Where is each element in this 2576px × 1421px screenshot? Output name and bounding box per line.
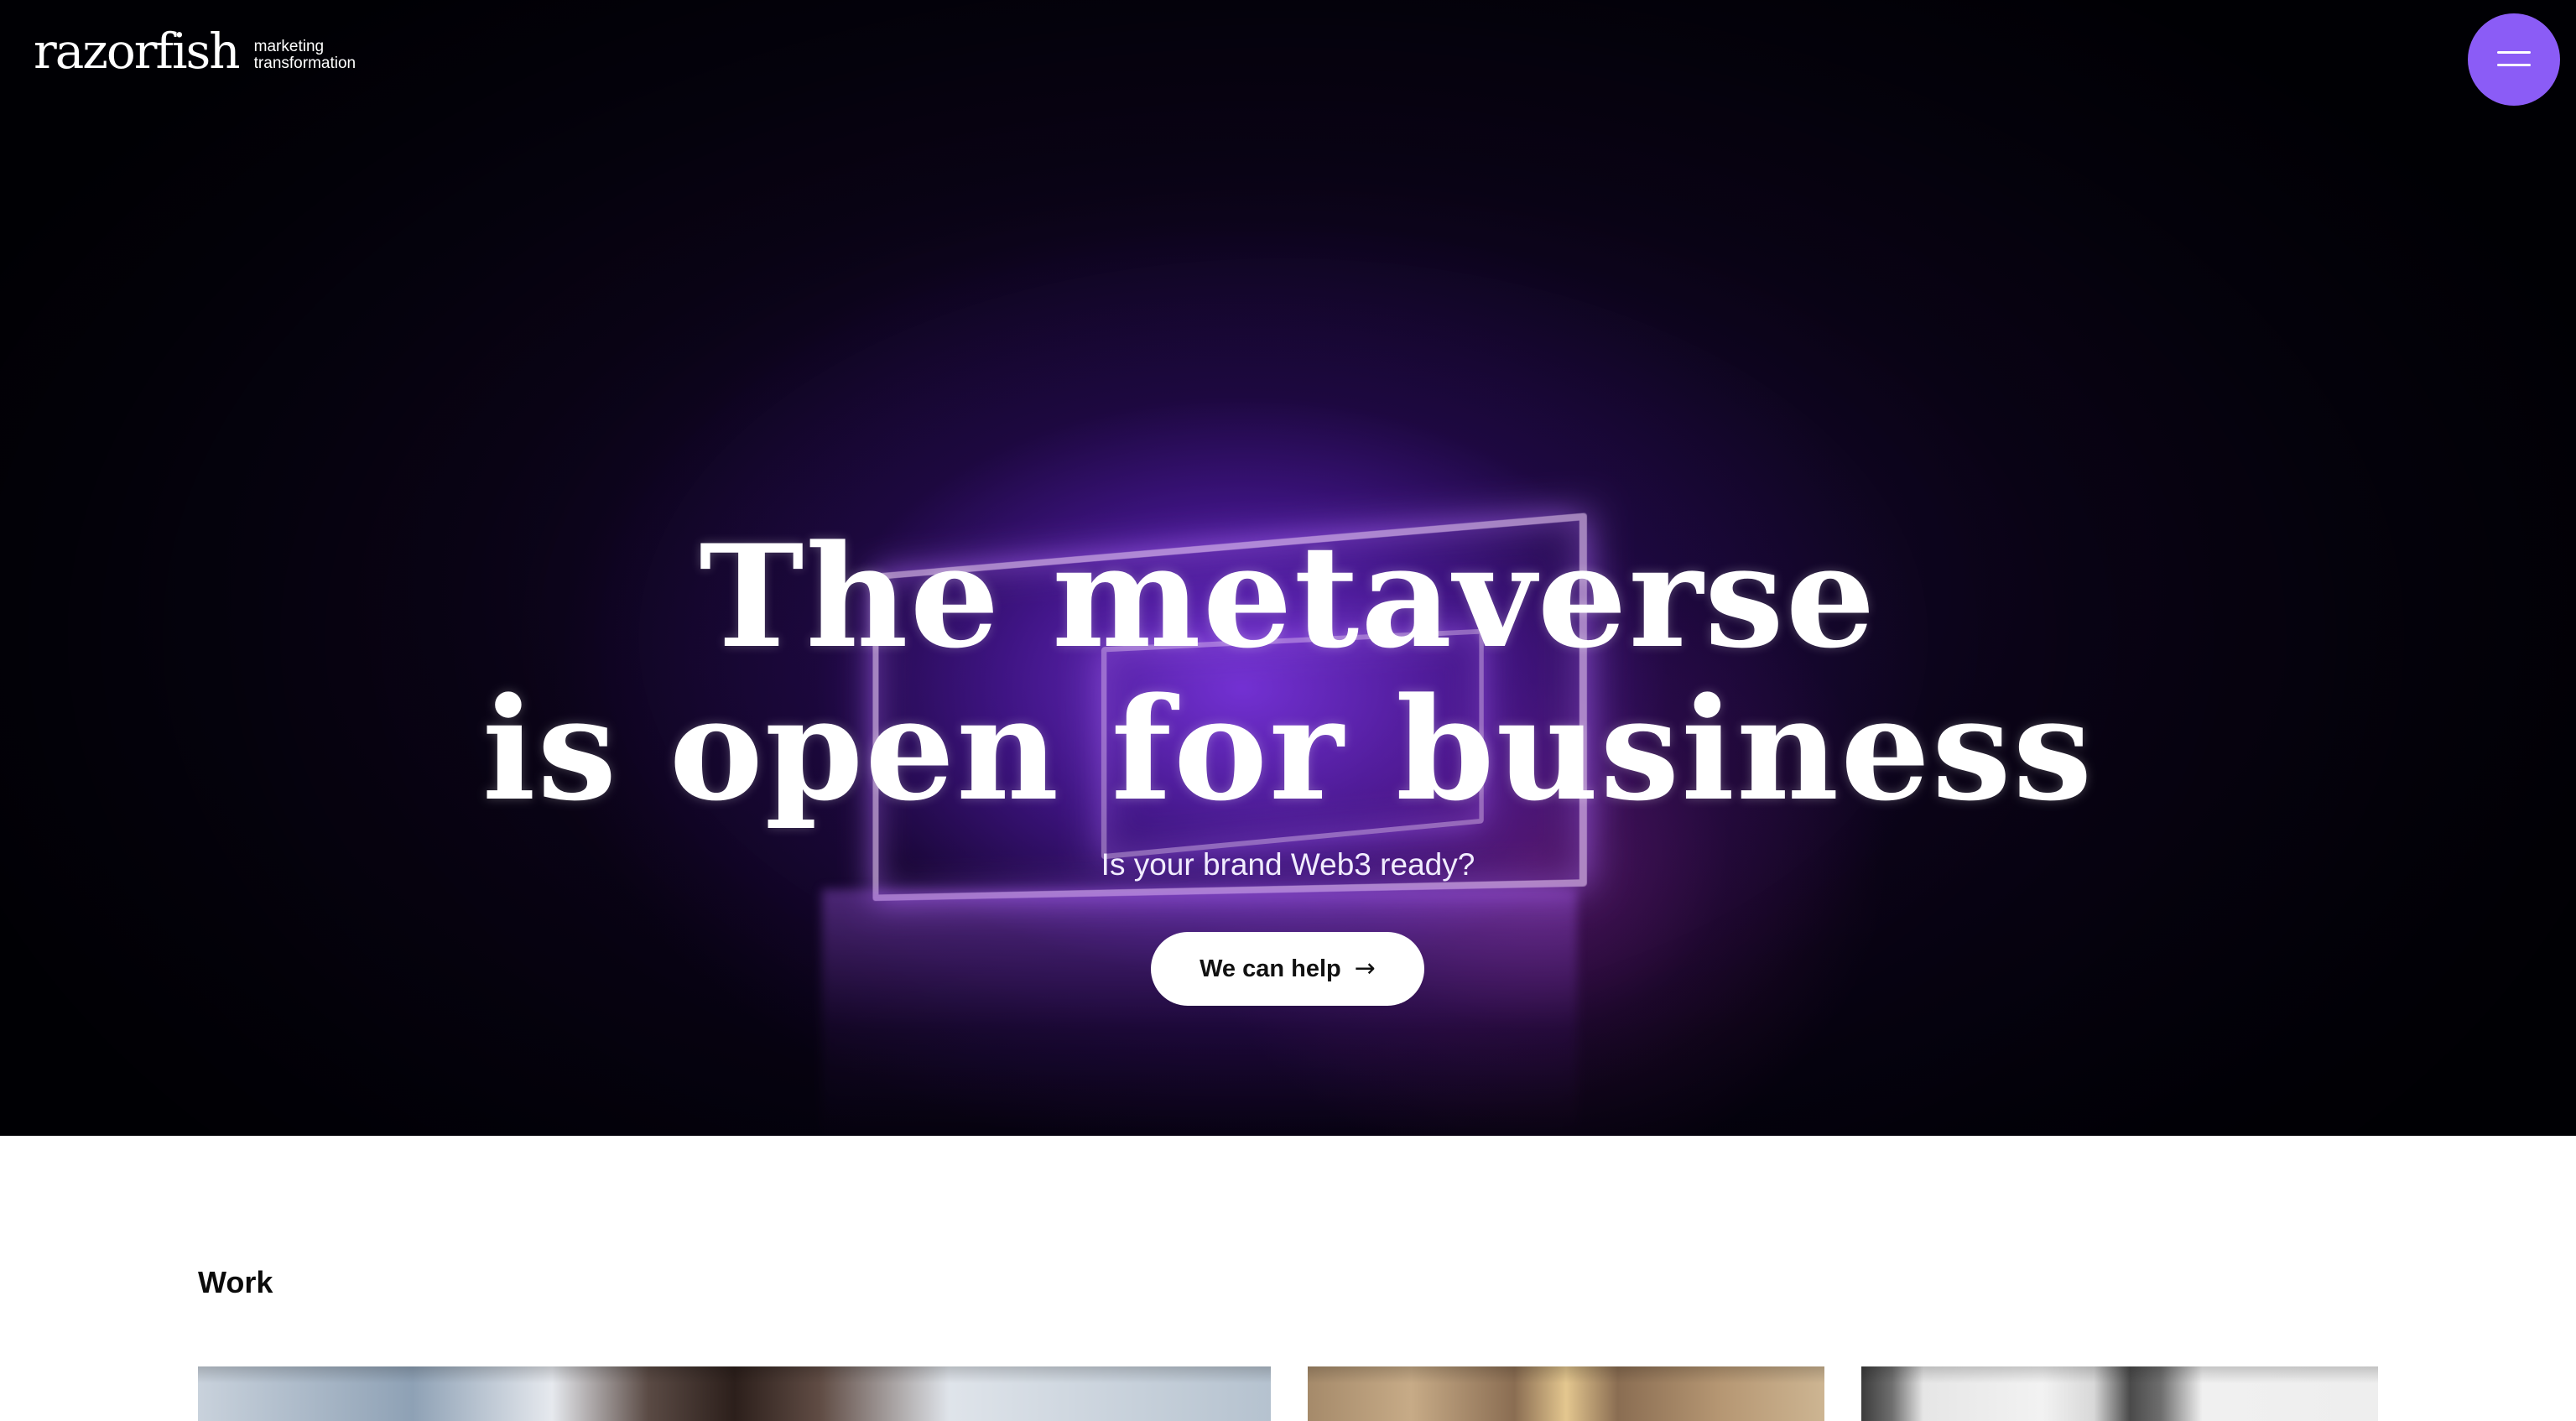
card-image-shade bbox=[1308, 1366, 1824, 1383]
work-section-title: Work bbox=[198, 1265, 273, 1299]
work-card[interactable] bbox=[198, 1366, 1271, 1421]
logo-tagline-line1: marketing bbox=[253, 38, 325, 55]
logo-wordmark: razorfish bbox=[34, 23, 241, 80]
card-image-shade bbox=[1861, 1366, 2378, 1383]
hero-headline: The metaverse is open for business bbox=[0, 520, 2576, 825]
work-card[interactable] bbox=[1308, 1366, 1824, 1421]
card-image-shade bbox=[198, 1366, 1271, 1383]
work-card[interactable] bbox=[1861, 1366, 2378, 1421]
hero-headline-line1: The metaverse bbox=[699, 513, 1877, 679]
menu-button[interactable] bbox=[2468, 13, 2560, 106]
hero-subheadline: Is your brand Web3 ready? bbox=[1101, 847, 1475, 882]
logo-link[interactable]: razorfish marketing transformation bbox=[34, 22, 356, 81]
arrow-right-icon: → bbox=[1354, 953, 1376, 983]
we-can-help-button[interactable]: We can help → bbox=[1151, 932, 1424, 1006]
logo-tagline: marketing transformation bbox=[254, 39, 356, 72]
hamburger-menu-icon bbox=[2497, 51, 2531, 68]
hero-section: razorfish marketing transformation The m… bbox=[0, 0, 2576, 1136]
cta-label: We can help bbox=[1200, 955, 1341, 982]
hero-headline-line2: is open for business bbox=[481, 666, 2095, 832]
logo-tagline-line2: transformation bbox=[253, 55, 356, 72]
